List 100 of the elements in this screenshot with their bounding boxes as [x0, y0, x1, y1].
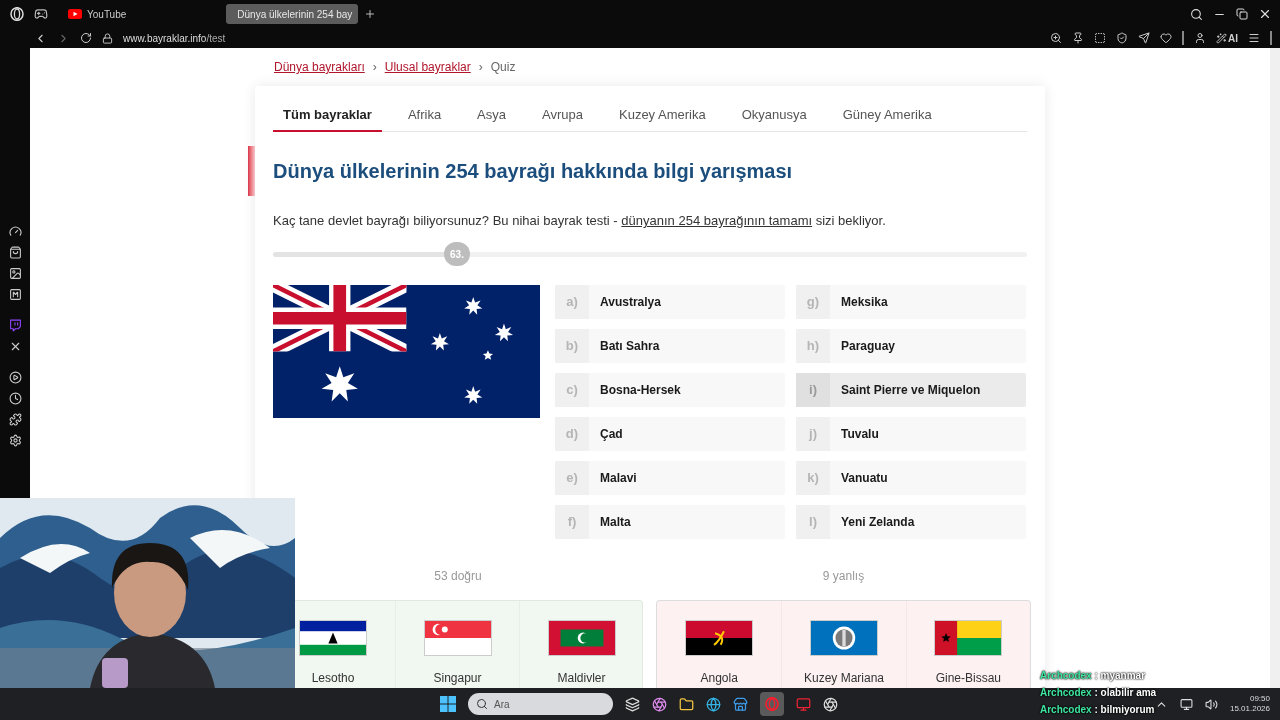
ai-button[interactable]: AI	[1216, 30, 1238, 46]
answer-option[interactable]: h) Paraguay	[796, 329, 1026, 363]
browser-tab[interactable]: Dünya ülkelerinin 254 bay	[226, 4, 359, 24]
option-letter: d)	[555, 417, 589, 451]
answer-option[interactable]: j) Tuvalu	[796, 417, 1026, 451]
option-label: Vanuatu	[840, 470, 888, 487]
flag-drawing	[686, 621, 753, 655]
flag-drawing	[811, 621, 877, 655]
image-icon[interactable]	[8, 267, 22, 280]
chat-message: Archcodex : olabilir ama	[1040, 686, 1157, 700]
close-icon[interactable]	[1258, 7, 1272, 21]
opera-logo-icon	[765, 697, 779, 711]
settings-icon[interactable]	[8, 434, 22, 447]
answer-option[interactable]: l) Yeni Zelanda	[796, 505, 1026, 539]
option-letter: a)	[555, 285, 589, 319]
region-tab[interactable]: Asya	[467, 100, 516, 132]
result-count: 53 doğru	[433, 568, 483, 585]
result-card[interactable]: Lesotho	[295, 601, 395, 688]
option-label: Yeni Zelanda	[840, 514, 915, 531]
task-view-icon[interactable]	[625, 696, 640, 712]
volume-icon[interactable]	[1204, 697, 1218, 711]
country-name: Lesotho	[311, 670, 355, 687]
scrollbar[interactable]	[1270, 48, 1280, 688]
region-tab[interactable]: Afrika	[397, 100, 452, 132]
region-tab[interactable]: Kuzey Amerika	[609, 100, 716, 132]
option-letter: j)	[796, 417, 830, 451]
option-letter: k)	[796, 461, 830, 495]
menu-icon[interactable]	[1248, 32, 1260, 44]
browser-tab[interactable]: YouTube	[62, 4, 133, 24]
result-card[interactable]: Angola	[657, 601, 782, 688]
option-label: Saint Pierre ve Miquelon	[840, 382, 981, 399]
option-letter: h)	[796, 329, 830, 363]
edge-icon[interactable]	[706, 696, 721, 712]
gauge-icon[interactable]	[8, 225, 22, 238]
clock[interactable]: 09:50 15.01.2026	[1229, 694, 1270, 714]
flag-drawing	[935, 621, 1002, 655]
folder-icon[interactable]	[679, 696, 694, 712]
answer-option[interactable]: d) Çad	[555, 417, 785, 451]
twitch-icon[interactable]	[8, 319, 22, 332]
opera-taskbar-button[interactable]	[760, 692, 784, 716]
search-icon	[476, 698, 488, 710]
chat-message: Archcodex : bilmiyorum	[1040, 703, 1156, 717]
country-name: Singapur	[433, 670, 482, 687]
option-label: Malavi	[599, 470, 637, 487]
answer-option[interactable]: i) Saint Pierre ve Miquelon	[796, 373, 1026, 407]
country-name: Angola	[700, 670, 738, 687]
option-letter: l)	[796, 505, 830, 539]
answer-option[interactable]: e) Malavi	[555, 461, 785, 495]
opera-logo-icon[interactable]	[10, 7, 24, 21]
answer-option[interactable]: k) Vanuatu	[796, 461, 1026, 495]
snapshot-icon[interactable]	[1094, 32, 1106, 44]
option-label: Çad	[599, 426, 623, 443]
answer-option[interactable]: f) Malta	[555, 505, 785, 539]
send-icon[interactable]	[1138, 32, 1150, 44]
search-icon[interactable]	[1190, 7, 1203, 21]
all-flags-link[interactable]: dünyanın 254 bayrağının tamamı	[621, 213, 813, 228]
lock-icon[interactable]	[102, 32, 113, 44]
windows-logo-icon[interactable]	[440, 696, 456, 712]
m-square-icon[interactable]	[8, 288, 22, 301]
flag-drawing	[424, 621, 491, 655]
taskbar-search-field[interactable]: Ara	[468, 693, 613, 715]
zoom-icon[interactable]	[1050, 32, 1062, 44]
wand-icon	[1216, 32, 1227, 44]
option-label: Batı Sahra	[599, 338, 660, 355]
region-tab[interactable]: Tüm bayraklar	[273, 100, 382, 132]
intro-text: Kaç tane devlet bayrağı biliyorsunuz? Bu nihai bayrak testi - dünyanın 254 bayrağının tamamı sizi bekliyor.	[273, 212, 887, 230]
answer-option[interactable]: g) Meksika	[796, 285, 1026, 319]
answer-option[interactable]: c) Bosna-Hersek	[555, 373, 785, 407]
option-letter: e)	[555, 461, 589, 495]
breadcrumb-link[interactable]: Dünya bayrakları	[274, 58, 365, 76]
answer-option[interactable]: b) Batı Sahra	[555, 329, 785, 363]
new-tab-icon[interactable]	[364, 8, 377, 20]
flag-drawing	[548, 621, 615, 655]
gamepad-icon[interactable]	[34, 7, 48, 21]
bag-icon[interactable]	[8, 246, 22, 259]
address-field[interactable]: www.bayraklar.info/test	[123, 30, 226, 46]
profile-icon[interactable]	[1194, 32, 1206, 44]
region-tab[interactable]: Okyanusya	[731, 100, 817, 132]
restore-icon[interactable]	[1236, 8, 1248, 20]
breadcrumb-current: Quiz	[490, 59, 516, 76]
heart-icon[interactable]	[1160, 32, 1172, 44]
play-icon[interactable]	[8, 371, 22, 384]
store-icon[interactable]	[733, 696, 748, 712]
clock-icon[interactable]	[8, 392, 22, 405]
answer-option[interactable]: a) Avustralya	[555, 285, 785, 319]
option-label: Paraguay	[840, 338, 896, 355]
option-letter: i)	[796, 373, 830, 407]
puzzle-icon[interactable]	[8, 413, 22, 426]
breadcrumb-separator: ›	[372, 59, 377, 76]
pin-icon[interactable]	[1072, 32, 1084, 44]
reload-icon[interactable]	[80, 32, 92, 44]
option-letter: c)	[555, 373, 589, 407]
tab-title: Dünya ülkelerinin 254 bay	[237, 7, 353, 22]
app-icon[interactable]	[796, 696, 811, 712]
region-tab[interactable]: Güney Amerika	[832, 100, 942, 132]
shield-icon[interactable]	[1116, 32, 1128, 44]
option-label: Tuvalu	[840, 426, 879, 443]
breadcrumb-link[interactable]: Ulusal bayraklar	[384, 58, 471, 76]
region-tab[interactable]: Avrupa	[532, 100, 593, 132]
option-label: Avustralya	[599, 294, 661, 311]
